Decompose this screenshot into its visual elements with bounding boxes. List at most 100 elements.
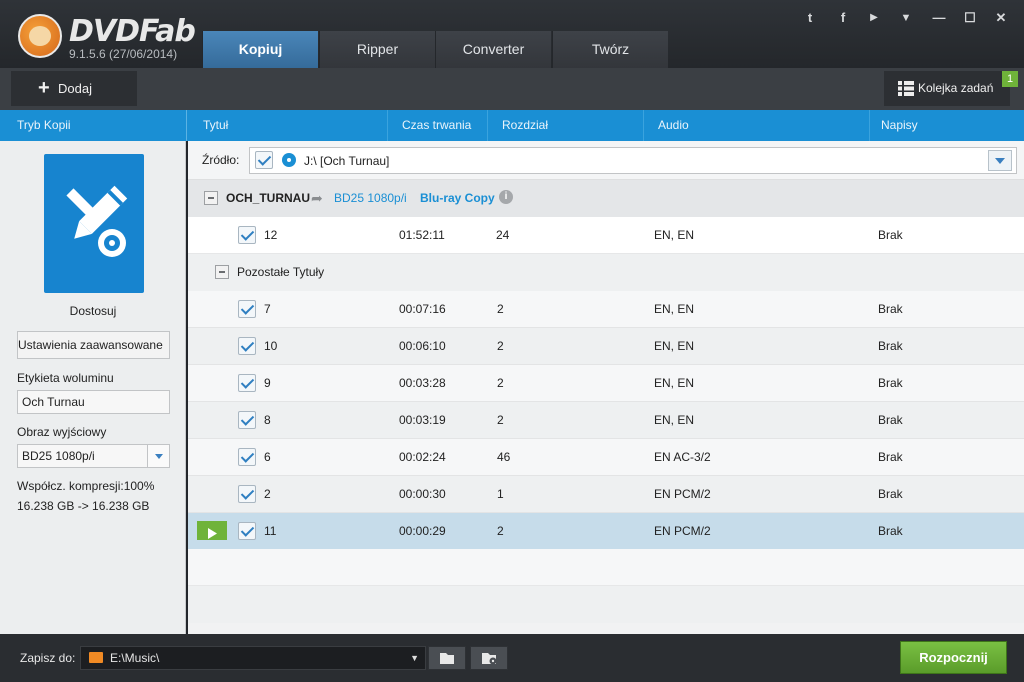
cell-title: 12 bbox=[264, 228, 278, 242]
source-value: J:\ [Och Turnau] bbox=[304, 154, 390, 168]
compression-ratio: Współcz. kompresji:100% bbox=[17, 479, 155, 493]
cell-audio: EN, EN bbox=[654, 376, 695, 390]
disc-icon bbox=[282, 153, 296, 167]
save-to-label: Zapisz do: bbox=[20, 651, 76, 665]
toolbar bbox=[0, 68, 1024, 110]
table-row[interactable]: 12 01:52:11 24 EN, EN Brak bbox=[188, 217, 1024, 254]
output-format-select[interactable]: BD25 1080p/i bbox=[17, 444, 170, 468]
app-version: 9.1.5.6 (27/06/2014) bbox=[69, 47, 178, 61]
source-checkbox[interactable] bbox=[255, 151, 273, 169]
maximize-icon[interactable]: ☐ bbox=[960, 9, 980, 27]
cell-audio: EN PCM/2 bbox=[654, 524, 711, 538]
tab-converter[interactable]: Converter bbox=[435, 31, 551, 68]
cell-duration: 01:52:11 bbox=[399, 228, 445, 242]
cell-title: 11 bbox=[264, 524, 277, 538]
col-header-title[interactable]: Tytuł bbox=[189, 110, 387, 141]
play-icon[interactable] bbox=[197, 521, 227, 540]
pencil-disc-icon bbox=[66, 185, 128, 257]
cell-title: 10 bbox=[264, 339, 278, 353]
disc-target[interactable]: BD25 1080p/i bbox=[334, 191, 407, 205]
collapse-icon[interactable] bbox=[204, 191, 218, 205]
cell-duration: 00:06:10 bbox=[399, 339, 446, 353]
source-label: Źródło: bbox=[202, 153, 240, 167]
cell-duration: 00:00:30 bbox=[399, 487, 446, 501]
table-row[interactable]: 6 00:02:24 46 EN AC-3/2 Brak bbox=[188, 439, 1024, 476]
cell-chapters: 46 bbox=[497, 450, 511, 464]
cell-chapters: 2 bbox=[497, 413, 504, 427]
cell-title: 8 bbox=[264, 413, 271, 427]
advanced-settings-button[interactable]: Ustawienia zaawansowane bbox=[17, 331, 170, 359]
copy-mode[interactable]: Blu-ray Copy bbox=[420, 191, 495, 205]
col-header-duration[interactable]: Czas trwania bbox=[387, 110, 487, 141]
save-iso-button[interactable] bbox=[470, 646, 508, 670]
other-titles-group: Pozostałe Tytuły bbox=[188, 254, 1024, 291]
row-checkbox[interactable] bbox=[238, 374, 256, 392]
row-checkbox[interactable] bbox=[238, 226, 256, 244]
cell-duration: 00:02:24 bbox=[399, 450, 446, 464]
chevron-down-icon: ▼ bbox=[410, 653, 419, 663]
tab-ripper[interactable]: Ripper bbox=[319, 31, 435, 68]
row-checkbox[interactable] bbox=[238, 337, 256, 355]
list-icon bbox=[898, 81, 914, 96]
folder-icon bbox=[89, 652, 103, 663]
cell-title: 7 bbox=[264, 302, 271, 316]
cell-subtitles: Brak bbox=[878, 487, 903, 501]
start-button[interactable]: Rozpocznij bbox=[900, 641, 1007, 674]
cell-chapters: 2 bbox=[497, 524, 504, 538]
close-icon[interactable]: ✕ bbox=[991, 9, 1011, 27]
table-row[interactable]: 11 00:00:29 2 EN PCM/2 Brak bbox=[188, 513, 1024, 550]
volume-label-input[interactable]: Och Turnau bbox=[17, 390, 170, 414]
logo-mascot-face bbox=[29, 26, 51, 46]
dropdown-icon[interactable]: ▼ bbox=[896, 9, 916, 27]
col-header-chapters[interactable]: Rozdział bbox=[487, 110, 643, 141]
output-image-title: Obraz wyjściowy bbox=[17, 425, 107, 439]
tab-kopiuj[interactable]: Kopiuj bbox=[202, 31, 318, 68]
profile-name: Dostosuj bbox=[69, 304, 117, 318]
cell-chapters: 24 bbox=[496, 228, 510, 242]
tab-tworz[interactable]: Twórz bbox=[552, 31, 668, 68]
empty-row bbox=[188, 549, 1024, 586]
chevron-down-icon bbox=[995, 158, 1005, 164]
cell-chapters: 2 bbox=[497, 376, 504, 390]
youtube-icon[interactable]: ▶ bbox=[864, 9, 884, 27]
row-checkbox[interactable] bbox=[238, 522, 256, 540]
add-button[interactable]: + Dodaj bbox=[11, 71, 137, 106]
table-row[interactable]: 2 00:00:30 1 EN PCM/2 Brak bbox=[188, 476, 1024, 513]
twitter-icon[interactable]: t bbox=[800, 9, 820, 27]
row-checkbox[interactable] bbox=[238, 300, 256, 318]
folder-disc-icon bbox=[482, 653, 497, 665]
source-dropdown-button[interactable] bbox=[988, 150, 1012, 171]
disc-name: OCH_TURNAU bbox=[226, 191, 310, 205]
table-row[interactable]: 7 00:07:16 2 EN, EN Brak bbox=[188, 291, 1024, 328]
row-checkbox[interactable] bbox=[238, 411, 256, 429]
task-queue-button[interactable]: Kolejka zadań bbox=[884, 71, 1010, 106]
cell-title: 2 bbox=[264, 487, 271, 501]
cell-audio: EN, EN bbox=[654, 339, 695, 353]
cell-title: 9 bbox=[264, 376, 271, 390]
customize-profile-tile[interactable] bbox=[44, 154, 144, 293]
facebook-icon[interactable]: f bbox=[833, 9, 853, 27]
cell-duration: 00:00:29 bbox=[399, 524, 446, 538]
cell-duration: 00:07:16 bbox=[399, 302, 446, 316]
empty-row bbox=[188, 586, 1024, 623]
output-path-select[interactable]: E:\Music\ ▼ bbox=[80, 646, 426, 670]
add-button-label: Dodaj bbox=[58, 81, 92, 96]
row-checkbox[interactable] bbox=[238, 448, 256, 466]
cell-subtitles: Brak bbox=[878, 376, 903, 390]
table-row[interactable]: 9 00:03:28 2 EN, EN Brak bbox=[188, 365, 1024, 402]
browse-folder-button[interactable] bbox=[428, 646, 466, 670]
arrow-right-icon: ➦ bbox=[311, 190, 323, 206]
table-row[interactable]: 10 00:06:10 2 EN, EN Brak bbox=[188, 328, 1024, 365]
table-row[interactable]: 8 00:03:19 2 EN, EN Brak bbox=[188, 402, 1024, 439]
cell-subtitles: Brak bbox=[878, 450, 903, 464]
cell-duration: 00:03:28 bbox=[399, 376, 446, 390]
col-header-audio[interactable]: Audio bbox=[643, 110, 869, 141]
cell-subtitles: Brak bbox=[878, 302, 903, 316]
queue-count-badge: 1 bbox=[1002, 71, 1018, 87]
plus-icon: + bbox=[38, 77, 50, 99]
minimize-icon[interactable]: — bbox=[929, 9, 949, 27]
col-header-subtitles[interactable]: Napisy bbox=[869, 110, 1003, 141]
row-checkbox[interactable] bbox=[238, 485, 256, 503]
info-icon[interactable]: i bbox=[499, 190, 513, 204]
collapse-icon[interactable] bbox=[215, 265, 229, 279]
